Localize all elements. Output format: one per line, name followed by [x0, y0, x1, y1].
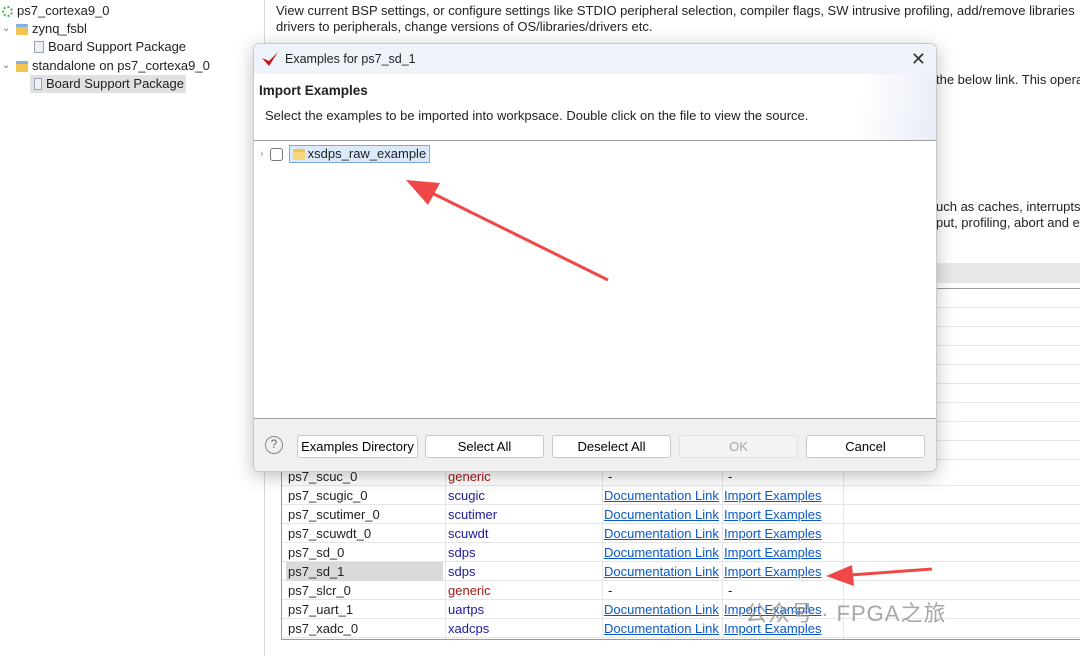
example-checkbox[interactable] — [269, 147, 283, 161]
peripheral-name: ps7_scugic_0 — [288, 488, 368, 503]
peripheral-name: ps7_sd_0 — [288, 545, 345, 560]
peripheral-name: ps7_sd_1 — [286, 562, 443, 581]
import-examples-link[interactable]: Import Examples — [724, 543, 822, 562]
driver-name: xadcps — [448, 621, 490, 636]
ok-button[interactable]: OK — [679, 435, 798, 458]
import-examples-link[interactable]: Import Examples — [724, 486, 822, 505]
documentation-link[interactable]: Documentation Link — [604, 486, 719, 505]
bsp-description: View current BSP settings, or configure … — [276, 3, 1075, 34]
table-row[interactable]: ps7_scuwdt_0 scuwdt Documentation Link Impo… — [282, 524, 1080, 543]
import-examples-link[interactable]: Import Examples — [724, 562, 822, 581]
table-row[interactable]: ps7_xadc_0 xadcps Documentation Link Import… — [282, 619, 1080, 638]
chevron-down-icon[interactable]: ⌄ — [2, 57, 12, 75]
partial-text: uch as caches, interrupts a — [936, 199, 1080, 214]
table-row[interactable]: ps7_sd_0 sdps Documentation Link Import Exa… — [282, 543, 1080, 562]
documentation-link[interactable]: Documentation Link — [604, 600, 719, 619]
tree-item-ps7-cortexa9[interactable]: ps7_cortexa9_0 — [2, 2, 110, 20]
import-examples-link[interactable]: Import Examples — [724, 524, 822, 543]
driver-name: generic — [448, 583, 491, 598]
example-label: xsdps_raw_example — [307, 146, 427, 161]
chevron-down-icon[interactable]: ⌄ — [2, 20, 12, 38]
tree-item-standalone[interactable]: ⌄ standalone on ps7_cortexa9_0 — [2, 57, 210, 75]
close-icon[interactable]: ✕ — [911, 49, 926, 70]
documentation-link[interactable]: Documentation Link — [604, 505, 719, 524]
examples-dialog: Examples for ps7_sd_1 ✕ Import Examples … — [253, 43, 937, 472]
driver-name: scuwdt — [448, 526, 489, 541]
vitis-logo-icon — [262, 52, 278, 66]
examples-tree: › xsdps_raw_example — [254, 140, 936, 419]
documentation-link[interactable]: Documentation Link — [604, 524, 719, 543]
documentation-link: - — [608, 583, 613, 598]
tree-label: standalone on ps7_cortexa9_0 — [32, 58, 210, 73]
import-examples-link[interactable]: Import Examples — [724, 505, 822, 524]
documentation-link[interactable]: Documentation Link — [604, 562, 719, 581]
driver-name: sdps — [448, 564, 476, 579]
tree-label: Board Support Package — [48, 39, 187, 54]
help-icon[interactable]: ? — [265, 436, 283, 454]
peripheral-name: ps7_uart_1 — [288, 602, 354, 617]
table-row[interactable]: ps7_sd_1 sdps Documentation Link Import Exa… — [282, 562, 1080, 581]
tree-label: zynq_fsbl — [32, 21, 87, 36]
table-row[interactable]: ps7_slcr_0 generic - - — [282, 581, 1080, 600]
tree-item-zynq-fsbl[interactable]: ⌄ zynq_fsbl — [2, 20, 87, 38]
tree-item-bsp-fsbl[interactable]: Board Support Package — [34, 38, 186, 56]
driver-name: scugic — [448, 488, 485, 503]
table-row[interactable]: ps7_scugic_0 scugic Documentation Link Impo… — [282, 486, 1080, 505]
deselect-all-button[interactable]: Deselect All — [552, 435, 671, 458]
driver-name: scutimer — [448, 507, 498, 522]
file-icon — [34, 78, 42, 90]
documentation-link[interactable]: Documentation Link — [604, 543, 719, 562]
table-row[interactable]: ps7_uart_1 uartps Documentation Link Import… — [282, 600, 1080, 619]
dialog-title: Examples for ps7_sd_1 — [285, 52, 416, 66]
folder-open-icon — [292, 148, 305, 160]
example-item[interactable]: › xsdps_raw_example — [260, 145, 431, 163]
peripheral-name: ps7_scutimer_0 — [288, 507, 380, 522]
cancel-button[interactable]: Cancel — [806, 435, 925, 458]
file-icon — [34, 41, 44, 53]
documentation-link[interactable]: Documentation Link — [604, 619, 719, 638]
folder-icon — [16, 23, 28, 35]
table-row[interactable]: ps7_scutimer_0 scutimer Documentation Link… — [282, 505, 1080, 524]
table-header — [936, 263, 1080, 283]
peripheral-name: ps7_slcr_0 — [288, 583, 351, 598]
dialog-instructions: Select the examples to be imported into … — [265, 108, 809, 123]
import-examples-link: - — [728, 583, 733, 598]
dialog-heading: Import Examples — [259, 83, 368, 98]
dialog-titlebar: Examples for ps7_sd_1 — [254, 44, 936, 74]
select-all-button[interactable]: Select All — [425, 435, 544, 458]
tree-label: ps7_cortexa9_0 — [17, 3, 110, 18]
driver-name: sdps — [448, 545, 476, 560]
tree-item-bsp-standalone[interactable]: Board Support Package — [30, 75, 186, 93]
partial-text: the below link. This opera — [936, 72, 1080, 87]
peripheral-name: ps7_xadc_0 — [288, 621, 359, 636]
project-explorer: ps7_cortexa9_0 ⌄ zynq_fsbl Board Support … — [0, 0, 265, 656]
folder-icon — [16, 60, 28, 72]
driver-name: uartps — [448, 602, 485, 617]
watermark: 公众号 · FPGA之旅 — [745, 601, 947, 626]
tree-label: Board Support Package — [45, 76, 184, 91]
peripheral-name: ps7_scuwdt_0 — [288, 526, 372, 541]
examples-directory-button[interactable]: Examples Directory — [297, 435, 418, 458]
partial-text: put, profiling, abort and e — [936, 215, 1080, 230]
processor-icon — [2, 5, 13, 17]
chevron-right-icon[interactable]: › — [260, 148, 264, 160]
